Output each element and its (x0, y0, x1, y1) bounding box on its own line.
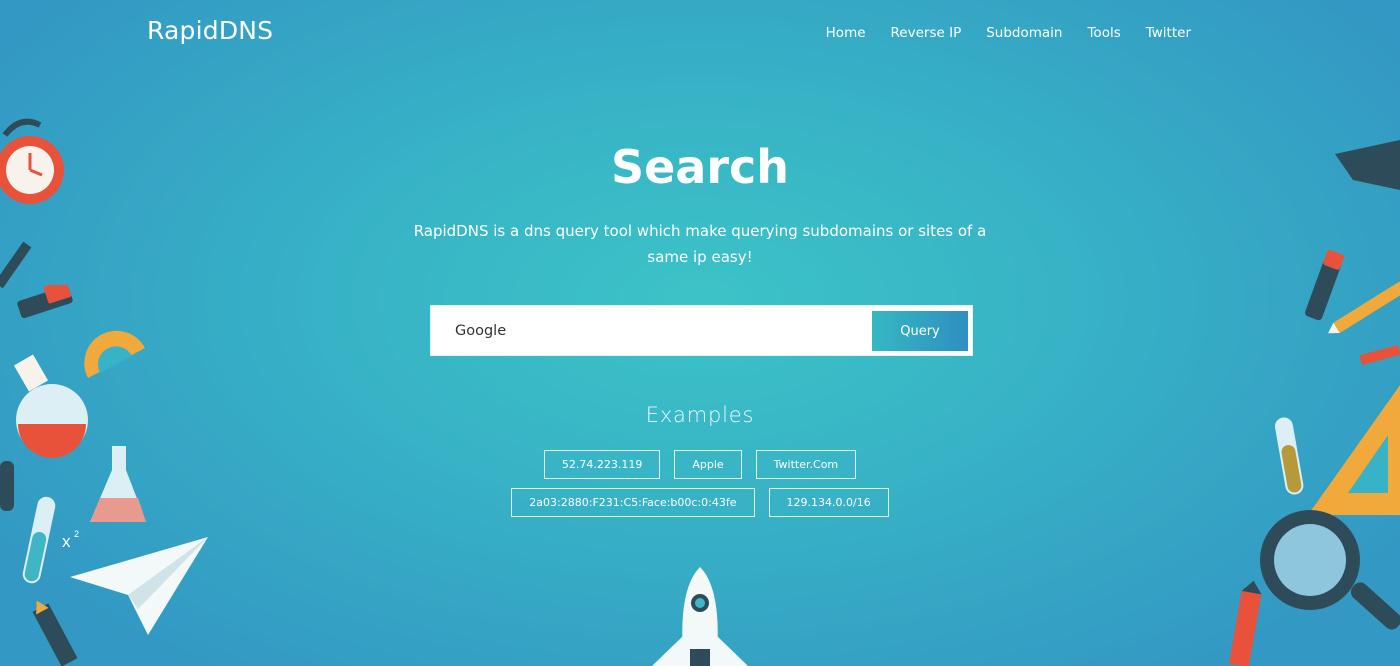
nav-reverse-ip[interactable]: Reverse IP (891, 25, 962, 41)
rocket-icon (652, 567, 748, 666)
search-input[interactable] (431, 306, 871, 355)
search-form: Query (430, 305, 973, 356)
examples-row-1: 52.74.223.119 Apple Twitter.Com (0, 450, 1400, 479)
pen-icon (1360, 344, 1400, 366)
navbar: RapidDNS Home Reverse IP Subdomain Tools… (0, 0, 1400, 66)
query-button[interactable]: Query (872, 311, 968, 351)
nav-subdomain[interactable]: Subdomain (986, 25, 1062, 41)
example-chip[interactable]: Twitter.Com (755, 450, 857, 479)
beaker-icon (90, 446, 146, 522)
pencil-icon (0, 241, 32, 289)
eraser-icon (17, 285, 73, 319)
example-chip[interactable]: Apple (674, 450, 742, 479)
hero-description: RapidDNS is a dns query tool which make … (413, 222, 987, 266)
crayon-icon (32, 600, 78, 666)
examples-row-2: 2a03:2880:F231:C5:Face:b00c:0:43fe 129.1… (0, 488, 1400, 517)
magnifying-glass-icon (1260, 510, 1400, 630)
alarm-clock-icon (0, 118, 64, 204)
pencil-icon (1328, 281, 1400, 334)
crayon-icon (1228, 580, 1262, 666)
nav-tools[interactable]: Tools (1087, 25, 1120, 41)
set-square-icon (1308, 385, 1400, 515)
example-chip[interactable]: 129.134.0.0/16 (768, 488, 889, 517)
tube-icon (0, 461, 14, 511)
example-chip[interactable]: 2a03:2880:F231:C5:Face:b00c:0:43fe (511, 488, 755, 517)
nav-twitter[interactable]: Twitter (1146, 25, 1191, 41)
examples-title: Examples (645, 403, 755, 427)
graduation-cap-icon (1335, 140, 1400, 190)
test-tube-icon (22, 496, 56, 584)
page-title: Search (610, 140, 790, 194)
brand-logo[interactable]: RapidDNS (147, 16, 273, 45)
test-tube-icon (1274, 417, 1304, 495)
example-chip[interactable]: 52.74.223.119 (543, 450, 661, 479)
nav-home[interactable]: Home (826, 25, 866, 41)
nav-links: Home Reverse IP Subdomain Tools Twitter (801, 25, 1191, 41)
